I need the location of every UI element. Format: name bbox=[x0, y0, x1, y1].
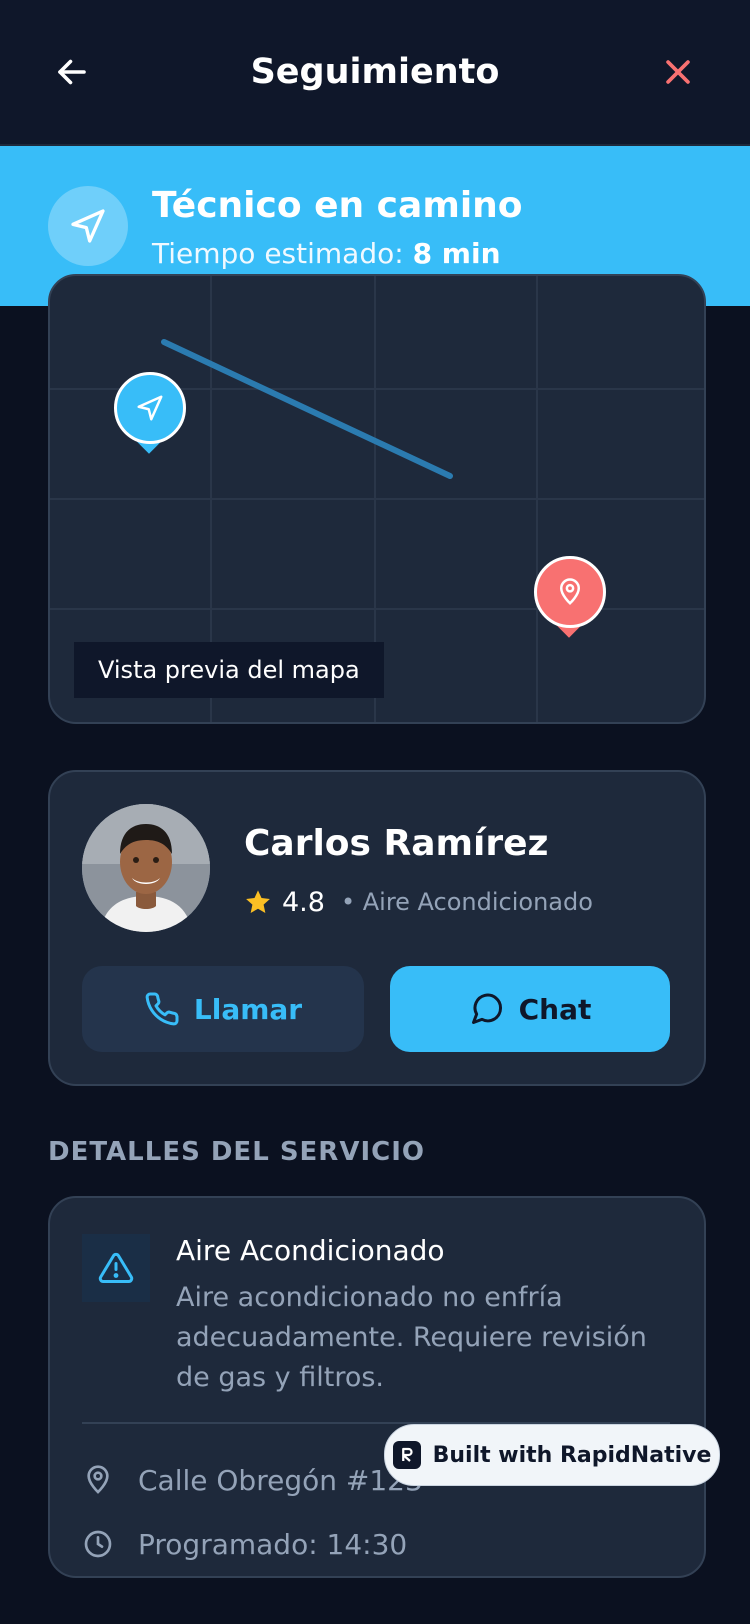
schedule-text: Programado: 14:30 bbox=[138, 1527, 408, 1561]
eta-text: Tiempo estimado: 8 min bbox=[152, 236, 501, 272]
close-button[interactable] bbox=[652, 46, 704, 98]
map-pin-icon bbox=[534, 556, 606, 628]
status-title: Técnico en camino bbox=[152, 185, 523, 226]
clock-icon bbox=[84, 1530, 112, 1558]
map-pin-icon bbox=[87, 1465, 109, 1494]
address-text: Calle Obregón #123 bbox=[138, 1463, 423, 1497]
technician-meta: 4.8 • Aire Acondicionado bbox=[244, 884, 593, 920]
eta-value: 8 min bbox=[412, 237, 501, 270]
chat-button-label: Chat bbox=[518, 992, 592, 1026]
avatar bbox=[82, 804, 210, 932]
section-title: DETALLES DEL SERVICIO bbox=[48, 1137, 425, 1167]
service-details-card: Aire Acondicionado Aire acondicionado no… bbox=[48, 1196, 706, 1578]
chat-bubble-icon bbox=[471, 993, 502, 1024]
built-with-badge[interactable]: Built with RapidNative bbox=[384, 1424, 720, 1486]
star-icon bbox=[246, 890, 270, 913]
service-description: Aire acondicionado no enfría adecuadamen… bbox=[176, 1282, 647, 1393]
rating-value: 4.8 bbox=[282, 886, 325, 918]
page-title: Seguimiento bbox=[250, 52, 500, 92]
close-icon bbox=[666, 60, 690, 84]
navigation-icon bbox=[114, 372, 186, 444]
technician-name: Carlos Ramírez bbox=[244, 823, 549, 864]
address-row: Calle Obregón #123 bbox=[82, 1460, 423, 1500]
schedule-row: Programado: 14:30 bbox=[82, 1524, 407, 1564]
chat-button[interactable]: Chat bbox=[390, 966, 670, 1052]
phone-icon bbox=[145, 992, 179, 1026]
badge-label: Built with RapidNative bbox=[432, 1442, 712, 1468]
rapidnative-logo-icon bbox=[392, 1441, 421, 1469]
alert-triangle-icon bbox=[82, 1234, 150, 1302]
map-label: Vista previa del mapa bbox=[74, 642, 384, 698]
eta-prefix: Tiempo estimado: bbox=[152, 237, 413, 270]
map-preview[interactable]: Vista previa del mapa bbox=[48, 274, 706, 724]
technician-pin[interactable] bbox=[114, 372, 186, 456]
top-header: Seguimiento bbox=[0, 0, 750, 146]
call-button-label: Llamar bbox=[193, 992, 303, 1026]
navigation-icon bbox=[48, 186, 128, 266]
destination-pin[interactable] bbox=[534, 556, 606, 640]
call-button[interactable]: Llamar bbox=[82, 966, 364, 1052]
technician-specialty: • Aire Acondicionado bbox=[340, 888, 593, 916]
technician-card: Carlos Ramírez 4.8 • Aire Acondicionado … bbox=[48, 770, 706, 1086]
service-name: Aire Acondicionado bbox=[176, 1234, 445, 1267]
